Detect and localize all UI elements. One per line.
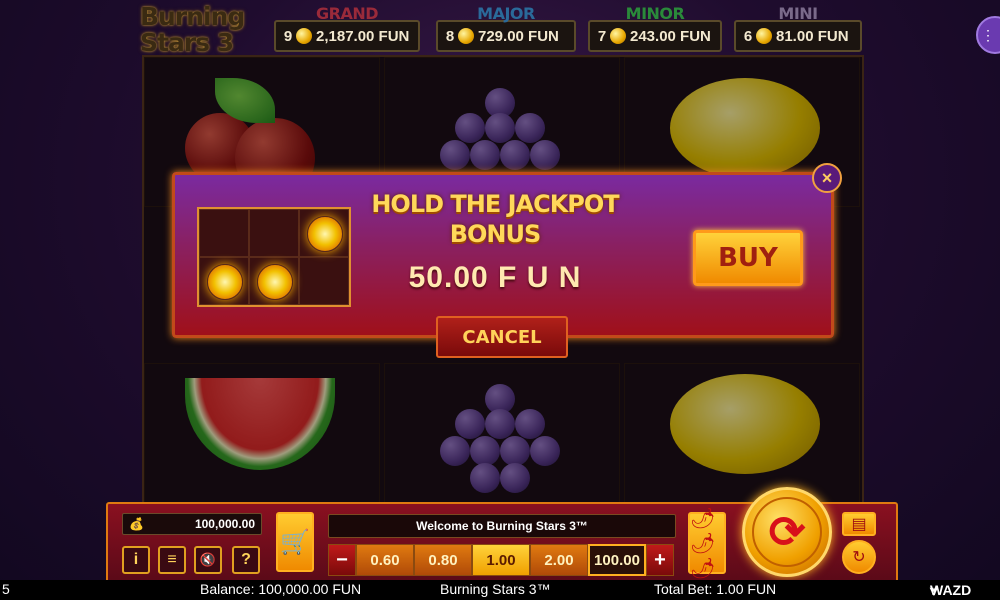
bet-option[interactable]: 0.60 [356,544,414,576]
grid-cell [299,257,349,305]
autoplay-icon: ↻ [852,549,866,566]
sun-coin-icon [207,264,243,300]
logo-line-1: Burning [140,2,245,31]
coin-icon [610,28,626,44]
grid-cell [299,209,349,257]
bet-option[interactable]: 2.00 [530,544,588,576]
dialog-title-line-2: BONUS [449,220,542,248]
grid-cell [249,257,299,305]
spin-arrows-icon: ⟳ [752,497,822,567]
cart-icon: 🛒 [280,528,310,556]
bet-selector: − 0.60 0.80 1.00 2.00 100.00 + [328,544,674,576]
jackpot-grand-count: 9 [283,27,293,45]
jackpot-minor: MINOR 7 243.00 FUN [588,4,722,52]
jackpot-mini: MINI 6 81.00 FUN [734,4,862,52]
sun-coin-icon [257,264,293,300]
spin-button[interactable]: ⟳ [742,487,832,577]
jackpot-grand: GRAND 9 2,187.00 FUN [274,4,420,52]
status-balance: Balance: 100,000.00 FUN [200,581,362,597]
chili-icon: 🌶🌶🌶 [690,507,716,580]
menu-icon: ≡ [167,551,177,568]
grid-cell [199,257,249,305]
dialog-title-line-1: HOLD THE JACKPOT [371,190,619,218]
grid-cell [249,209,299,257]
jackpot-minor-count: 7 [597,27,607,45]
bet-option-selected[interactable]: 1.00 [472,544,530,576]
buy-bonus-button[interactable]: 🛒 [276,512,314,572]
buy-button[interactable]: BUY [693,230,803,286]
bet-option[interactable]: 0.80 [414,544,472,576]
bonus-price: 50.00 F U N [408,261,582,294]
mute-icon: 🔇 [199,552,217,567]
bet-increase-button[interactable]: + [646,544,674,576]
balance-value: 100,000.00 [194,517,255,531]
status-game-name: Burning Stars 3™ [440,581,551,597]
bonus-buy-dialog: HOLD THE JACKPOT BONUS 50.00 F U N BUY [172,172,834,338]
jackpot-minor-name: MINOR [625,4,685,23]
status-bar: 5 Balance: 100,000.00 FUN Burning Stars … [0,580,1000,600]
jackpot-mini-value: 81.00 FUN [776,27,849,45]
money-bag-icon: 💰 [129,517,144,531]
info-icon: i [133,551,139,568]
jackpot-grand-name: GRAND [315,4,379,23]
message-bar: Welcome to Burning Stars 3™ [328,514,676,538]
help-button[interactable]: ? [232,546,260,574]
info-button[interactable]: i [122,546,150,574]
jackpot-major-value: 729.00 FUN [478,27,559,45]
status-total-bet: Total Bet: 1.00 FUN [654,581,777,597]
bet-decrease-button[interactable]: − [328,544,356,576]
jackpot-major-name: MAJOR [477,4,535,23]
grid-icon: ⋮⋮ [981,26,1000,43]
menu-button[interactable]: ≡ [158,546,186,574]
bet-option-max[interactable]: 100.00 [588,544,646,576]
jackpot-minor-value: 243.00 FUN [630,27,711,45]
game-menu-button[interactable]: ⋮⋮ [976,16,1000,54]
help-icon: ? [241,551,251,568]
coin-icon [756,28,772,44]
jackpot-mini-name: MINI [778,4,818,23]
stack-icon: ▤ [851,516,867,533]
sound-toggle-button[interactable]: 🔇 [194,546,222,574]
status-left-fragment: 5 [2,581,10,597]
grid-cell [199,209,249,257]
autoplay-button[interactable]: ↻ [842,540,876,574]
jackpot-major: MAJOR 8 729.00 FUN [436,4,576,52]
game-logo: Burning Stars 3 [140,4,258,60]
coin-icon [458,28,474,44]
logo-line-2: Stars 3 [140,28,234,57]
brand-name: WAZD [930,582,972,598]
coin-icon [296,28,312,44]
dialog-title: HOLD THE JACKPOT BONUS [345,189,645,249]
bonus-preview-grid [197,207,351,307]
max-bet-button[interactable]: ▤ [842,512,876,536]
cancel-button[interactable]: CANCEL [436,316,568,358]
close-icon[interactable]: × [812,163,842,193]
jackpot-grand-value: 2,187.00 FUN [316,27,410,45]
balance-display: 💰 100,000.00 [122,513,262,535]
turbo-button[interactable]: 🌶🌶🌶 [688,508,726,580]
sun-coin-icon [307,216,343,252]
jackpot-major-count: 8 [445,27,455,45]
jackpot-mini-count: 6 [743,27,753,45]
